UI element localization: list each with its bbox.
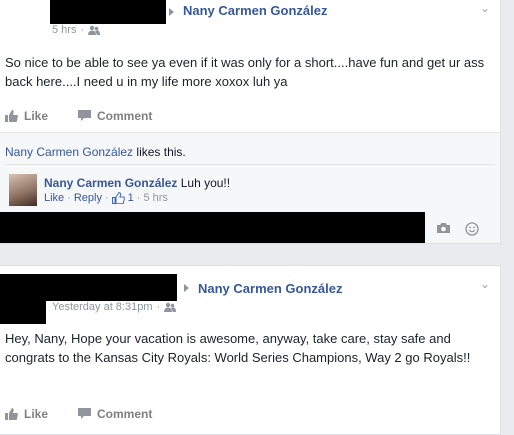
friends-icon[interactable] <box>88 25 101 35</box>
like-label: Like <box>24 109 49 123</box>
divider <box>0 132 500 133</box>
like-button[interactable]: Like <box>5 407 48 421</box>
comment-button[interactable]: Comment <box>78 407 152 421</box>
friends-icon[interactable] <box>164 302 177 312</box>
likes-name-link[interactable]: Nany Carmen González <box>5 145 133 159</box>
dot-separator: · <box>80 24 85 36</box>
comment-input[interactable] <box>0 212 425 243</box>
post-card: Nany Carmen González Yesterday at 8:31pm… <box>0 265 501 435</box>
likes-summary: Nany Carmen González likes this. <box>5 145 186 159</box>
avatar[interactable] <box>9 174 37 206</box>
speech-bubble-icon <box>78 408 92 419</box>
comment-author-link[interactable]: Nany Carmen González <box>44 176 177 190</box>
comment-like-link[interactable]: Like <box>44 192 64 204</box>
comment-meta: Like · Reply · 1 · 5 hrs <box>44 192 168 204</box>
divider <box>5 164 495 165</box>
dot-separator: · <box>156 301 161 313</box>
comment-text: Luh you!! <box>180 176 231 190</box>
redacted-avatar <box>0 274 46 324</box>
comment-timestamp[interactable]: 5 hrs <box>143 192 167 204</box>
post-card: Nany Carmen González 5 hrs · ⌄ So nice t… <box>0 0 501 244</box>
chevron-down-icon[interactable]: ⌄ <box>480 277 490 291</box>
dot-separator: · <box>104 192 109 204</box>
comment-like-count[interactable]: 1 <box>128 192 134 204</box>
comment-label: Comment <box>97 407 153 421</box>
chevron-down-icon[interactable]: ⌄ <box>480 1 490 15</box>
likes-suffix: likes this. <box>133 145 186 159</box>
like-label: Like <box>24 407 49 421</box>
thumbs-up-icon <box>5 110 18 122</box>
comment-body: Nany Carmen González Luh you!! <box>44 176 230 190</box>
post-actions: Like Comment <box>5 109 152 123</box>
speech-bubble-icon <box>78 110 92 121</box>
dot-separator: · <box>67 192 71 204</box>
post-timestamp[interactable]: Yesterday at 8:31pm <box>52 301 153 313</box>
redacted-name <box>46 274 177 301</box>
comment-input-icons <box>436 222 479 236</box>
arrow-right-icon <box>169 8 174 16</box>
redacted-name <box>50 0 166 24</box>
post-recipient-name[interactable]: Nany Carmen González <box>198 281 343 296</box>
post-actions: Like Comment <box>5 407 152 421</box>
comment-label: Comment <box>97 109 153 123</box>
thumbs-up-icon <box>5 408 18 420</box>
camera-icon[interactable] <box>436 222 451 234</box>
comment-reply-link[interactable]: Reply <box>74 192 102 204</box>
like-button[interactable]: Like <box>5 109 48 123</box>
smiley-icon[interactable] <box>465 222 479 236</box>
post-recipient-name[interactable]: Nany Carmen González <box>183 3 328 18</box>
arrow-right-icon <box>184 284 189 292</box>
post-timestamp[interactable]: 5 hrs <box>52 24 76 36</box>
dot-separator: · <box>136 192 141 204</box>
post-text: So nice to be able to see ya even if it … <box>5 55 485 89</box>
comment-button[interactable]: Comment <box>78 109 152 123</box>
thumbs-up-icon <box>111 192 125 204</box>
post-text: Hey, Nany, Hope your vacation is awesome… <box>5 331 471 365</box>
post-meta: 5 hrs · <box>52 24 101 36</box>
post-meta: Yesterday at 8:31pm · <box>52 301 177 313</box>
